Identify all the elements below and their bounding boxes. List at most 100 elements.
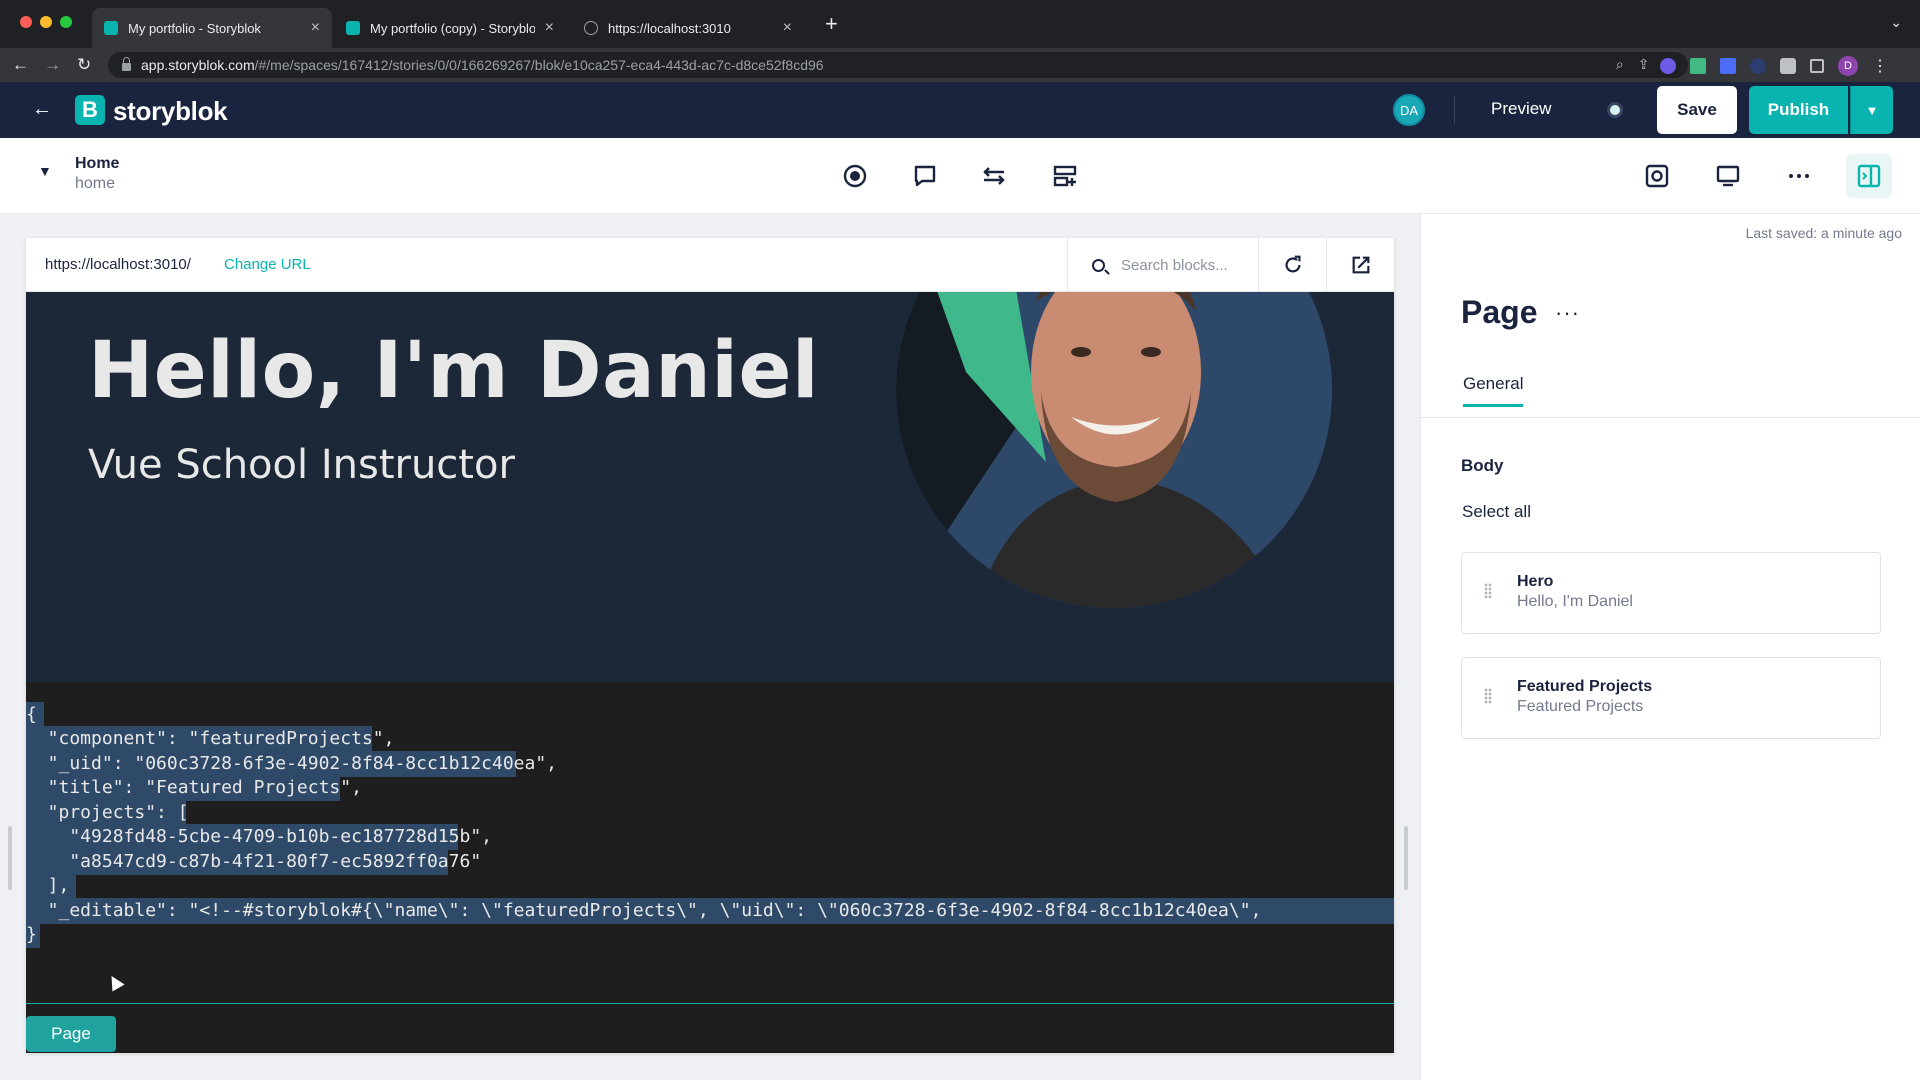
window-minimize-button[interactable]	[40, 16, 52, 28]
search-placeholder: Search blocks...	[1121, 256, 1228, 274]
add-block-icon[interactable]	[1049, 160, 1081, 192]
back-arrow-icon[interactable]: ←	[12, 54, 29, 76]
preview-url: https://localhost:3010/	[45, 256, 191, 273]
tab-close-icon[interactable]: ×	[545, 19, 554, 37]
editor-toolbar: ▼ Home home	[0, 138, 1920, 214]
profile-avatar[interactable]: D	[1838, 56, 1858, 76]
share-icon[interactable]: ⇪	[1638, 56, 1650, 73]
record-icon[interactable]	[839, 160, 871, 192]
browser-tab[interactable]: My portfolio (copy) - Storyblok ×	[334, 8, 566, 48]
code-line: }	[26, 922, 40, 948]
extension-icon[interactable]	[1660, 58, 1676, 74]
extension-icon[interactable]	[1750, 58, 1766, 74]
story-slug: home	[75, 175, 116, 192]
more-icon[interactable]	[1783, 160, 1815, 192]
comment-icon[interactable]	[909, 160, 941, 192]
code-line: "_uid": "060c3728-6f3e-4902-8f84-8cc1b12…	[26, 751, 557, 777]
url-path: /#/me/spaces/167412/stories/0/0/16626926…	[254, 57, 824, 73]
code-line: "a8547cd9-c87b-4f21-80f7-ec5892ff0a76"	[26, 849, 481, 875]
lock-icon	[122, 57, 131, 71]
layout-panel-icon[interactable]	[1846, 154, 1892, 198]
block-item-hero[interactable]: Hero Hello, I'm Daniel	[1461, 552, 1881, 634]
page-component-badge[interactable]: Page	[26, 1016, 116, 1052]
refresh-icon	[1284, 255, 1301, 273]
drag-handle-icon[interactable]	[1484, 688, 1492, 704]
hero-subtitle: Vue School Instructor	[88, 442, 515, 488]
extension-icon[interactable]	[1720, 58, 1736, 74]
resize-handle-left[interactable]	[8, 826, 12, 890]
hero-section[interactable]: Hello, I'm Daniel Vue School Instructor	[26, 292, 1394, 682]
edit-external-icon	[1352, 256, 1369, 274]
forward-arrow-icon[interactable]: →	[44, 54, 61, 76]
browser-tab-bar: My portfolio - Storyblok × My portfolio …	[0, 0, 1920, 48]
profile-photo	[896, 292, 1332, 608]
code-line: "component": "featuredProjects",	[26, 726, 394, 752]
code-line: "title": "Featured Projects",	[26, 775, 362, 801]
content-panel: Last saved: a minute ago Page ··· Genera…	[1420, 214, 1920, 1080]
screenshot-icon[interactable]	[1641, 160, 1673, 192]
extensions-area: D ⋮	[1660, 56, 1888, 76]
block-item-featured-projects[interactable]: Featured Projects Featured Projects	[1461, 657, 1881, 739]
change-url-link[interactable]: Change URL	[224, 256, 311, 273]
refresh-preview-button[interactable]	[1258, 238, 1326, 292]
panel-title: Page	[1461, 294, 1538, 330]
publish-button[interactable]: Publish	[1749, 86, 1848, 134]
browser-address-bar: ← → ↻ app.storyblok.com /#/me/spaces/167…	[0, 48, 1920, 82]
tab-title: https://localhost:3010	[608, 20, 731, 36]
block-name: Hero	[1517, 573, 1554, 590]
tab-close-icon[interactable]: ×	[311, 19, 320, 37]
window-maximize-button[interactable]	[60, 16, 72, 28]
preview-stage: https://localhost:3010/ Change URL Searc…	[0, 214, 1420, 1080]
header-divider	[1454, 96, 1455, 124]
new-tab-button[interactable]: +	[825, 13, 838, 35]
window-close-button[interactable]	[20, 16, 32, 28]
search-icon	[1092, 258, 1105, 272]
back-arrow-icon[interactable]: ←	[32, 98, 52, 121]
user-avatar[interactable]: DA	[1393, 94, 1425, 126]
browser-menu-icon[interactable]: ⋮	[1872, 56, 1888, 76]
publish-options-chevron-icon[interactable]: ▼	[1850, 86, 1893, 134]
side-panel-icon[interactable]	[1810, 59, 1824, 73]
code-line: "projects": [	[26, 800, 189, 826]
block-description: Hello, I'm Daniel	[1517, 593, 1633, 610]
browser-tab-active[interactable]: My portfolio - Storyblok ×	[92, 8, 332, 48]
tab-close-icon[interactable]: ×	[783, 19, 792, 37]
settings-sliders-icon[interactable]	[978, 160, 1010, 192]
drag-handle-icon[interactable]	[1484, 583, 1492, 599]
code-line: "_editable": "<!--#storyblok#{\"name\": …	[26, 898, 1394, 924]
search-blocks-input[interactable]: Search blocks...	[1067, 238, 1258, 292]
preview-button[interactable]: Preview	[1491, 99, 1551, 119]
storyblok-logo-icon: B	[75, 95, 105, 125]
desktop-view-icon[interactable]	[1712, 160, 1744, 192]
panel-more-icon[interactable]: ···	[1555, 300, 1580, 326]
save-button[interactable]: Save	[1657, 86, 1737, 134]
browser-tab[interactable]: https://localhost:3010 ×	[572, 8, 804, 48]
story-name: Home	[75, 155, 120, 172]
chevron-down-icon[interactable]: ▼	[38, 163, 52, 179]
tab-title: My portfolio - Storyblok	[128, 20, 261, 36]
tab-title: My portfolio (copy) - Storyblok	[370, 20, 535, 36]
panel-tabs: General	[1421, 366, 1920, 418]
puzzle-icon[interactable]	[1780, 58, 1796, 74]
last-saved-status: Last saved: a minute ago	[1745, 225, 1902, 241]
zoom-icon[interactable]: ⌕	[1616, 56, 1624, 73]
reload-icon[interactable]: ↻	[77, 54, 91, 76]
body-field-label: Body	[1461, 456, 1504, 475]
component-footer: Page	[26, 1003, 1394, 1053]
storyblok-favicon-icon	[104, 21, 118, 35]
tab-general[interactable]: General	[1463, 374, 1524, 407]
block-name: Featured Projects	[1517, 678, 1653, 695]
globe-icon	[584, 21, 598, 35]
open-external-button[interactable]	[1326, 238, 1394, 292]
json-debug-output[interactable]: { "component": "featuredProjects", "_uid…	[26, 682, 1394, 1053]
url-host: app.storyblok.com	[141, 57, 255, 73]
status-indicator-icon	[1607, 102, 1623, 118]
preview-frame: https://localhost:3010/ Change URL Searc…	[26, 238, 1394, 1053]
tab-search-chevron-icon[interactable]: ⌄	[1890, 14, 1902, 31]
preview-url-bar: https://localhost:3010/ Change URL Searc…	[26, 238, 1394, 292]
resize-handle-right[interactable]	[1404, 826, 1408, 890]
url-input[interactable]: app.storyblok.com /#/me/spaces/167412/st…	[108, 52, 1688, 78]
select-all-button[interactable]: Select all	[1462, 502, 1531, 522]
code-line: "4928fd48-5cbe-4709-b10b-ec187728d15b",	[26, 824, 492, 850]
vue-devtools-icon[interactable]	[1690, 58, 1706, 74]
